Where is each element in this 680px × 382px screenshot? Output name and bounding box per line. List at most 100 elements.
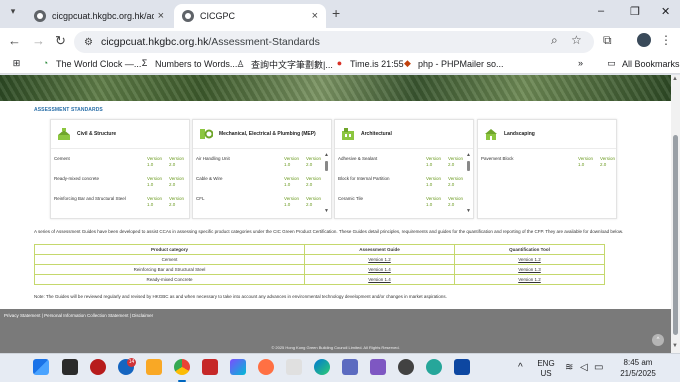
calculator-icon[interactable] bbox=[342, 359, 358, 375]
tab-admin[interactable]: cicgpcuat.hkgbc.org.hk/admin/i × bbox=[26, 4, 172, 28]
bookmark-phpmailer[interactable]: ◆ php - PHPMailer so... bbox=[402, 58, 504, 69]
menu-icon[interactable]: ⋮ bbox=[660, 33, 672, 47]
clock-time[interactable]: 8:45 am bbox=[612, 358, 664, 367]
copyright-text: © 2025 Hong Kong Green Building Council … bbox=[271, 345, 400, 350]
bookmark-time-is[interactable]: ● Time.is 21:55 bbox=[334, 58, 404, 69]
version-link[interactable]: Version 2.0 bbox=[600, 156, 618, 168]
bookmark-world-clock[interactable]: ◔ The World Clock —... bbox=[40, 58, 142, 69]
zoom-icon[interactable]: ⌕ bbox=[551, 33, 558, 48]
card-scrollbar[interactable]: ▲ ▼ bbox=[324, 152, 329, 214]
assessment-guide-link[interactable]: Version 1.4 bbox=[304, 264, 455, 275]
copilot-icon[interactable] bbox=[230, 359, 246, 375]
tab-search-icon[interactable]: ▾ bbox=[6, 6, 20, 20]
close-tab-icon[interactable]: × bbox=[312, 10, 318, 22]
version-link[interactable]: Version 2.0 bbox=[306, 196, 324, 208]
scroll-thumb[interactable] bbox=[325, 161, 328, 171]
bookmark-numbers-to-words[interactable]: Σ Numbers to Words... bbox=[139, 58, 238, 69]
forward-button[interactable]: → bbox=[32, 33, 45, 48]
bookmark-star-icon[interactable]: ☆ bbox=[571, 33, 582, 47]
quantification-tool-link[interactable]: Version 1.2 bbox=[454, 274, 605, 285]
scroll-thumb[interactable] bbox=[673, 135, 678, 335]
card-header[interactable]: Mechanical, Electrical & Plumbing (MEP) bbox=[193, 120, 331, 149]
version-link[interactable]: Version 2.0 bbox=[169, 156, 187, 168]
windows-start-icon[interactable] bbox=[33, 359, 49, 375]
tab-cicgpc[interactable]: CICGPC × bbox=[174, 4, 326, 28]
version-link[interactable]: Version 2.0 bbox=[169, 196, 187, 208]
sigma-icon: Σ bbox=[141, 58, 148, 68]
version-link[interactable]: Version 1.0 bbox=[284, 196, 302, 208]
address-bar[interactable]: ⚙ cicgpcuat.hkgbc.org.hk/Assessment-Stan… bbox=[74, 31, 594, 53]
notes-icon[interactable] bbox=[454, 359, 470, 375]
wifi-icon[interactable]: ≋ bbox=[565, 362, 573, 373]
version-link[interactable]: Version 1.0 bbox=[426, 196, 444, 208]
card-scrollbar[interactable]: ▲ ▼ bbox=[466, 152, 471, 214]
card-header[interactable]: Civil & Structure bbox=[51, 120, 189, 149]
scroll-down-arrow-icon[interactable]: ▼ bbox=[466, 208, 471, 214]
volume-icon[interactable]: ◁ bbox=[580, 362, 588, 373]
back-to-top-button[interactable]: ^ bbox=[652, 334, 664, 346]
version-link[interactable]: Version 1.0 bbox=[147, 176, 165, 188]
extensions-icon[interactable]: ⧉ bbox=[603, 33, 612, 48]
version-link[interactable]: Version 1.0 bbox=[284, 176, 302, 188]
footer-links[interactable]: Privacy Statement | Personal Information… bbox=[4, 313, 153, 318]
settings-icon[interactable] bbox=[398, 359, 414, 375]
edge-icon[interactable] bbox=[314, 359, 330, 375]
close-window-button[interactable]: ✕ bbox=[661, 5, 670, 18]
new-tab-button[interactable]: + bbox=[332, 5, 340, 21]
filezilla-icon[interactable] bbox=[202, 359, 218, 375]
version-link[interactable]: Version 2.0 bbox=[306, 176, 324, 188]
profile-avatar[interactable] bbox=[637, 33, 651, 47]
restore-button[interactable]: ❐ bbox=[630, 5, 640, 18]
version-link[interactable]: Version 1.0 bbox=[147, 196, 165, 208]
apps-grid-icon[interactable]: ⊞ bbox=[11, 58, 27, 69]
scroll-up-arrow-icon[interactable]: ▲ bbox=[324, 152, 329, 158]
version-link[interactable]: Version 2.0 bbox=[169, 176, 187, 188]
input-language[interactable]: ENG bbox=[536, 359, 556, 368]
sublime-icon[interactable] bbox=[146, 359, 162, 375]
input-region[interactable]: US bbox=[536, 369, 556, 378]
version-link[interactable]: Version 1.0 bbox=[147, 156, 165, 168]
assessment-guide-link[interactable]: Version 1.2 bbox=[304, 254, 455, 265]
scroll-up-arrow-icon[interactable]: ▲ bbox=[672, 76, 678, 82]
assessment-guide-link[interactable]: Version 1.4 bbox=[304, 274, 455, 285]
scroll-thumb[interactable] bbox=[467, 161, 470, 171]
globe-app-icon[interactable] bbox=[426, 359, 442, 375]
card-header[interactable]: Architectural bbox=[335, 120, 473, 149]
close-tab-icon[interactable]: × bbox=[158, 10, 164, 22]
version-link[interactable]: Version 2.0 bbox=[448, 156, 466, 168]
app-icon[interactable] bbox=[90, 359, 106, 375]
product-row: Block for Internal Partition Version 1.0… bbox=[338, 176, 466, 188]
quantification-tool-link[interactable]: Version 1.2 bbox=[454, 254, 605, 265]
reload-button[interactable]: ↻ bbox=[55, 33, 66, 49]
product-row: Cement Version 1.0 Version 2.0 bbox=[54, 156, 184, 168]
card-header[interactable]: Landscaping bbox=[478, 120, 616, 149]
clock-date[interactable]: 21/5/2025 bbox=[612, 369, 664, 378]
tray-overflow-icon[interactable]: ^ bbox=[518, 362, 523, 373]
chrome-icon[interactable] bbox=[174, 359, 190, 375]
scroll-up-arrow-icon[interactable]: ▲ bbox=[466, 152, 471, 158]
quantification-tool-link[interactable]: Version 1.3 bbox=[454, 264, 605, 275]
version-link[interactable]: Version 1.0 bbox=[426, 156, 444, 168]
version-link[interactable]: Version 2.0 bbox=[448, 196, 466, 208]
scroll-down-arrow-icon[interactable]: ▼ bbox=[672, 343, 678, 349]
scroll-down-arrow-icon[interactable]: ▼ bbox=[324, 208, 329, 214]
minimize-button[interactable]: – bbox=[598, 5, 604, 17]
task-view-icon[interactable] bbox=[62, 359, 78, 375]
category-card-landscaping: Landscaping Pavement Block Version 1.0 V… bbox=[477, 119, 617, 219]
snipping-tool-icon[interactable] bbox=[286, 359, 302, 375]
page-scrollbar[interactable]: ▲ ▼ bbox=[671, 75, 680, 353]
app-icon[interactable] bbox=[370, 359, 386, 375]
version-link[interactable]: Version 2.0 bbox=[306, 156, 324, 168]
bookmark-chinese-strokes[interactable]: ♙ 查詢中文字筆劃數|... bbox=[235, 58, 332, 71]
back-button[interactable]: ← bbox=[8, 33, 21, 48]
battery-icon[interactable]: ▭ bbox=[594, 362, 603, 373]
firefox-icon[interactable] bbox=[258, 359, 274, 375]
bookmarks-overflow-button[interactable]: » bbox=[578, 58, 583, 68]
clock-icon: ◔ bbox=[42, 58, 49, 68]
version-link[interactable]: Version 1.0 bbox=[426, 176, 444, 188]
all-bookmarks-button[interactable]: ▭ All Bookmarks bbox=[606, 58, 679, 69]
site-info-icon[interactable]: ⚙ bbox=[84, 37, 93, 48]
version-link[interactable]: Version 1.0 bbox=[284, 156, 302, 168]
version-link[interactable]: Version 1.0 bbox=[578, 156, 596, 168]
version-link[interactable]: Version 2.0 bbox=[448, 176, 466, 188]
